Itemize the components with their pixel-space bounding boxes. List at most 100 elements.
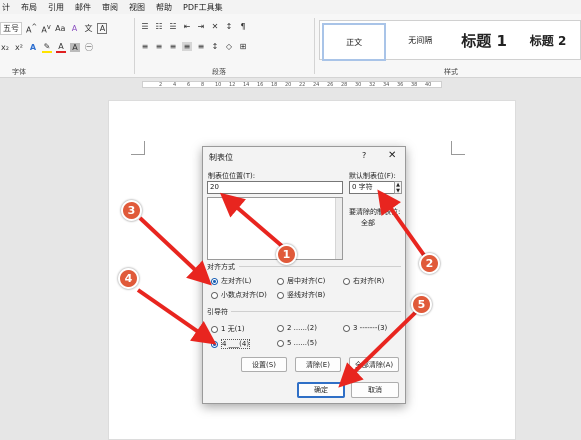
leader-middot-radio[interactable]: 5 ......(5) (277, 339, 317, 347)
paragraph-group-label: 段落 (212, 68, 226, 76)
style-normal-label: 正文 (346, 37, 363, 47)
style-no-spacing[interactable]: 无间隔 (388, 21, 452, 59)
multilevel-list-icon[interactable]: ☱ (168, 22, 178, 31)
align-decimal-radio[interactable]: 小数点对齐(D) (211, 290, 267, 300)
radio-dot (343, 277, 350, 285)
step-badge-5: 5 (411, 294, 432, 315)
style-heading-1-label: 标题 1 (461, 31, 507, 50)
justify-icon[interactable]: ≡ (182, 42, 192, 51)
tab-layout[interactable]: 布局 (21, 2, 37, 13)
char-border-icon[interactable]: A (97, 23, 108, 34)
align-decimal-text: 小数点对齐(D) (221, 291, 267, 299)
list-scrollbar[interactable] (335, 198, 342, 259)
set-button[interactable]: 设置(S) (241, 357, 287, 372)
help-icon[interactable]: ? (362, 151, 366, 160)
tab-design[interactable]: 计 (2, 2, 10, 13)
leader-middot-text: 5 ......(5) (287, 339, 317, 347)
dialog-title: 制表位 (209, 153, 233, 162)
ruler-number: 10 (215, 82, 222, 88)
radio-dot (277, 277, 284, 285)
align-bar-radio[interactable]: 竖线对齐(B) (277, 290, 325, 300)
align-center-radio[interactable]: 居中对齐(C) (277, 276, 325, 286)
char-shading-icon[interactable]: A (70, 43, 80, 52)
tab-pdf-tools[interactable]: PDF工具集 (183, 2, 223, 13)
style-heading-1[interactable]: 标题 1 (452, 21, 516, 59)
styles-group-label: 样式 (444, 68, 458, 76)
clear-format-icon[interactable]: A (69, 24, 79, 33)
tab-review[interactable]: 审阅 (102, 2, 118, 13)
enclose-char-icon[interactable]: ㊀ (84, 42, 94, 53)
borders-icon[interactable]: ⊞ (238, 42, 248, 51)
default-tabs-input[interactable]: 0 字符 (349, 181, 395, 194)
numbering-icon[interactable]: ☷ (154, 22, 164, 31)
step-badge-4: 4 (118, 268, 139, 289)
spin-down-icon[interactable]: ▼ (396, 188, 400, 194)
margin-mark-left (131, 141, 145, 155)
phonetic-icon[interactable]: 文 (83, 23, 93, 34)
grow-font-icon[interactable]: A^ (26, 23, 37, 35)
sort-icon[interactable]: ↕ (224, 22, 234, 31)
clear-all-button[interactable]: 全部清除(A) (349, 357, 399, 372)
tab-position-input[interactable]: 20 (207, 181, 343, 194)
show-marks-icon[interactable]: ¶ (238, 22, 248, 31)
ruler-number: 40 (425, 82, 432, 88)
default-tabs-spinner[interactable]: ▲ ▼ (394, 181, 402, 194)
step-badge-3: 3 (121, 200, 142, 221)
line-spacing-icon[interactable]: ↕ (210, 42, 220, 51)
bullets-icon[interactable]: ☰ (140, 22, 150, 31)
alignment-label: 对齐方式 (207, 263, 235, 271)
leader-label: 引导符 (207, 308, 228, 316)
ok-button[interactable]: 确定 (297, 382, 345, 398)
align-right-radio[interactable]: 右对齐(R) (343, 276, 384, 286)
horizontal-ruler[interactable]: 2 4 6 8 10 12 14 16 18 20 22 24 26 28 30… (0, 78, 581, 92)
leader-dots-radio[interactable]: 2 ......(2) (277, 324, 317, 332)
align-right-icon[interactable]: ≡ (168, 42, 178, 51)
text-effect-icon[interactable]: A (28, 43, 38, 52)
distributed-icon[interactable]: ≡ (196, 42, 206, 51)
increase-indent-icon[interactable]: ⇥ (196, 22, 206, 31)
decrease-indent-icon[interactable]: ⇤ (182, 22, 192, 31)
tab-help[interactable]: 帮助 (156, 2, 172, 13)
chinese-layout-icon[interactable]: ✕ (210, 22, 220, 31)
radio-dot (211, 325, 218, 333)
align-center-text: 居中对齐(C) (287, 277, 326, 285)
font-size-select[interactable]: 五号 (0, 22, 22, 35)
align-left-radio[interactable]: 左对齐(L) (211, 276, 251, 286)
align-right-text: 右对齐(R) (353, 277, 385, 285)
ribbon-tab-bar: 计 布局 引用 邮件 审阅 视图 帮助 PDF工具集 (0, 0, 581, 14)
style-normal[interactable]: 正文 (322, 23, 387, 61)
radio-dot (211, 277, 218, 285)
leader-none-radio[interactable]: 1 无(1) (211, 324, 245, 334)
ruler-number: 22 (299, 82, 306, 88)
ruler-number: 38 (411, 82, 418, 88)
shading-icon[interactable]: ◇ (224, 42, 234, 51)
clear-button[interactable]: 清除(E) (295, 357, 341, 372)
superscript-icon[interactable]: x² (14, 43, 24, 52)
cancel-button[interactable]: 取消 (351, 382, 399, 398)
tab-position-list[interactable] (207, 197, 343, 260)
ruler-number: 26 (327, 82, 334, 88)
align-left-icon[interactable]: ≡ (140, 42, 150, 51)
change-case-icon[interactable]: Aa (55, 24, 65, 33)
leader-underline-radio[interactable]: 4 ___(4) (211, 339, 251, 349)
font-color-icon[interactable]: A (56, 42, 66, 53)
tab-mailings[interactable]: 邮件 (75, 2, 91, 13)
highlight-icon[interactable]: ✎ (42, 42, 52, 53)
step-badge-2: 2 (419, 253, 440, 274)
paragraph-row-2: ≡ ≡ ≡ ≡ ≡ ↕ ◇ ⊞ (140, 42, 248, 51)
align-center-icon[interactable]: ≡ (154, 42, 164, 51)
tab-view[interactable]: 视图 (129, 2, 145, 13)
shrink-font-icon[interactable]: Av (41, 23, 51, 35)
divider (134, 18, 135, 74)
tab-references[interactable]: 引用 (48, 2, 64, 13)
font-group-label: 字体 (12, 68, 26, 76)
style-heading-2[interactable]: 标题 2 (516, 21, 580, 59)
leader-dots-text: 2 ......(2) (287, 324, 317, 332)
subscript-icon[interactable]: x₂ (0, 43, 10, 52)
ruler-number: 34 (383, 82, 390, 88)
leader-dashes-radio[interactable]: 3 -------(3) (343, 324, 387, 332)
close-icon[interactable]: ✕ (388, 150, 396, 161)
radio-dot (277, 324, 284, 332)
ruler-number: 14 (243, 82, 250, 88)
tabs-dialog: 制表位 ? ✕ 制表位位置(T): 20 默认制表位(F): 0 字符 ▲ ▼ 要… (202, 146, 406, 404)
